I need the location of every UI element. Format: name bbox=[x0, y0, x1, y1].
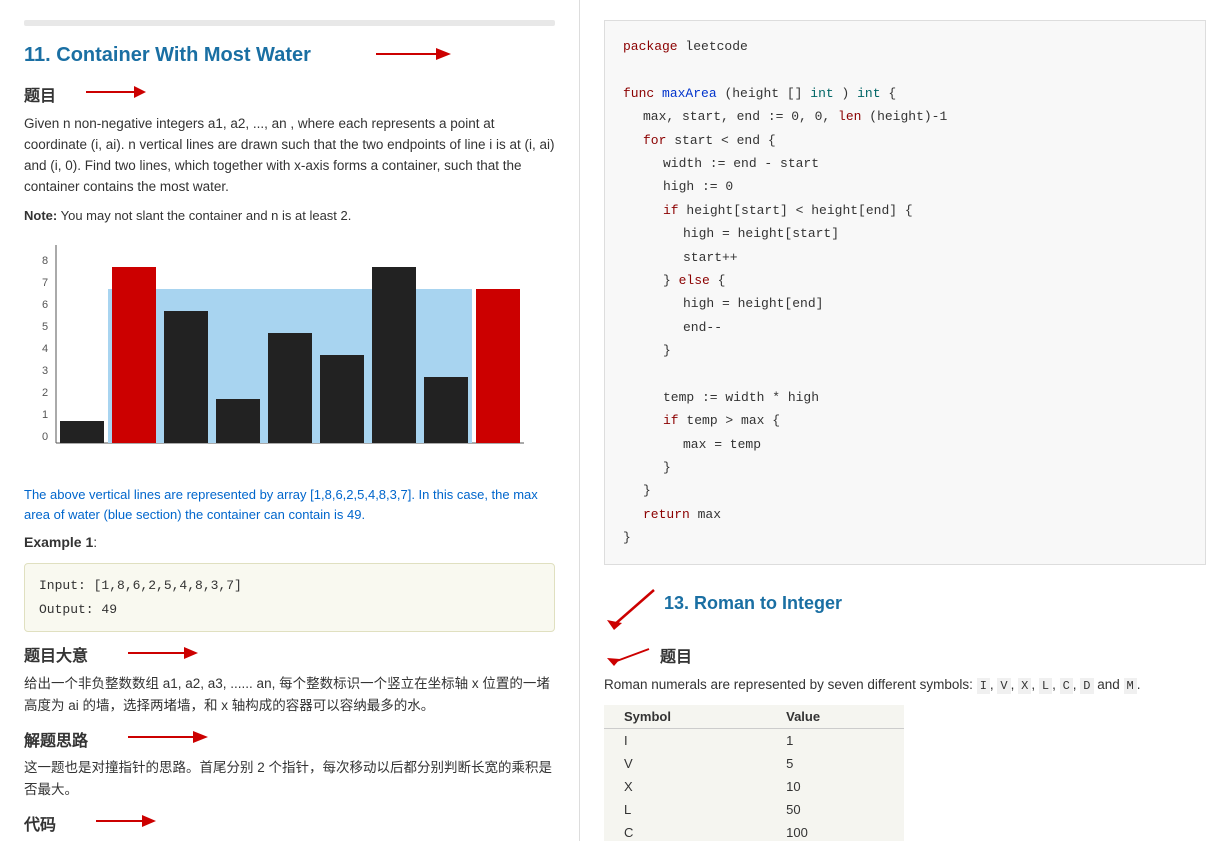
svg-text:8: 8 bbox=[42, 255, 48, 267]
arrow-decoration-5 bbox=[96, 810, 156, 835]
jieluti-heading-row: 解题思路 bbox=[24, 726, 555, 751]
daima-heading: 代码 bbox=[24, 811, 56, 835]
roman-intro: Roman numerals are represented by seven … bbox=[604, 675, 1206, 695]
svg-text:6: 6 bbox=[42, 299, 48, 311]
example-output: Output: 49 bbox=[39, 598, 540, 621]
example-input: Input: [1,8,6,2,5,4,8,3,7] bbox=[39, 574, 540, 597]
code-line-15: } bbox=[623, 456, 1187, 479]
code-line-6: high = height[start] bbox=[623, 222, 1187, 245]
svg-text:1: 1 bbox=[42, 409, 48, 421]
symbol-col-header: Symbol bbox=[604, 705, 766, 729]
value-X: 10 bbox=[766, 775, 904, 798]
value-V: 5 bbox=[766, 752, 904, 775]
note-text: Note: You may not slant the container an… bbox=[24, 206, 555, 226]
arrow-decoration-4 bbox=[128, 726, 208, 751]
chart-container: 0 1 2 3 4 5 6 7 8 bbox=[24, 235, 534, 475]
symbol-V: V bbox=[604, 752, 766, 775]
code-line-9: high = height[end] bbox=[623, 292, 1187, 315]
code-line-pkg: package leetcode bbox=[623, 35, 1187, 58]
svg-text:5: 5 bbox=[42, 321, 48, 333]
tiji-heading: 题目 bbox=[24, 82, 56, 106]
bar-4 bbox=[216, 399, 260, 443]
code-line-2: for start < end { bbox=[623, 129, 1187, 152]
code-line-16: } bbox=[623, 479, 1187, 502]
code-line-7: start++ bbox=[623, 246, 1187, 269]
code-line-blank1 bbox=[623, 58, 1187, 81]
example-box: Input: [1,8,6,2,5,4,8,3,7] Output: 49 bbox=[24, 563, 555, 632]
arrow-decoration-3 bbox=[128, 642, 198, 667]
symbol-L: L bbox=[604, 798, 766, 821]
arrow-decoration-1 bbox=[371, 42, 451, 69]
roman-row-L: L 50 bbox=[604, 798, 904, 821]
value-L: 50 bbox=[766, 798, 904, 821]
svg-text:4: 4 bbox=[42, 343, 48, 355]
symbol-C: C bbox=[604, 821, 766, 841]
code-line-13: if temp > max { bbox=[623, 409, 1187, 432]
code-line-17: return max bbox=[623, 503, 1187, 526]
right-panel: package leetcode func maxArea (height []… bbox=[580, 0, 1230, 841]
dayyi-text: 给出一个非负整数数组 a1, a2, a3, ...... an, 每个整数标识… bbox=[24, 673, 555, 716]
arrow-to-problem13: 13. Roman to Integer bbox=[604, 585, 1206, 635]
roman-row-V: V 5 bbox=[604, 752, 904, 775]
jieluti-heading: 解题思路 bbox=[24, 727, 88, 751]
roman-row-C: C 100 bbox=[604, 821, 904, 841]
roman-row-I: I 1 bbox=[604, 728, 904, 752]
roman-table-header: Symbol Value bbox=[604, 705, 904, 729]
dayyi-heading: 题目大意 bbox=[24, 642, 88, 666]
problem-title-link[interactable]: 11. Container With Most Water bbox=[24, 44, 311, 67]
roman-table: Symbol Value I 1 V 5 X 10 L 50 C 100 D 5… bbox=[604, 705, 904, 841]
code-line-18: } bbox=[623, 526, 1187, 549]
value-col-header: Value bbox=[766, 705, 904, 729]
p13-tiji-heading: 题目 bbox=[660, 643, 692, 667]
bar-6 bbox=[320, 355, 364, 443]
tiji-heading-row: 题目 bbox=[24, 81, 555, 106]
left-panel: 11. Container With Most Water 题目 Given n… bbox=[0, 0, 580, 841]
example-label: Example 1: bbox=[24, 532, 555, 553]
arrow-p13 bbox=[604, 644, 654, 666]
code-line-8: } else { bbox=[623, 269, 1187, 292]
code-line-14: max = temp bbox=[623, 433, 1187, 456]
bar-8 bbox=[424, 377, 468, 443]
jieluti-text: 这一题也是对撞指针的思路。首尾分别 2 个指针，每次移动以后都分别判断长宽的乘积… bbox=[24, 757, 555, 800]
bar-1 bbox=[60, 421, 104, 443]
code-line-blank2 bbox=[623, 362, 1187, 385]
svg-text:3: 3 bbox=[42, 365, 48, 377]
svg-text:7: 7 bbox=[42, 277, 48, 289]
bar-chart: 0 1 2 3 4 5 6 7 8 bbox=[24, 235, 534, 475]
code-block: package leetcode func maxArea (height []… bbox=[604, 20, 1206, 565]
daima-heading-row: 代码 bbox=[24, 810, 555, 835]
bar-7 bbox=[372, 267, 416, 443]
roman-row-X: X 10 bbox=[604, 775, 904, 798]
code-line-3: width := end - start bbox=[623, 152, 1187, 175]
down-arrow-svg bbox=[604, 585, 664, 635]
code-line-4: high := 0 bbox=[623, 175, 1187, 198]
symbol-X: X bbox=[604, 775, 766, 798]
code-line-11: } bbox=[623, 339, 1187, 362]
value-I: 1 bbox=[766, 728, 904, 752]
svg-text:2: 2 bbox=[42, 387, 48, 399]
problem13-title-link[interactable]: 13. Roman to Integer bbox=[664, 593, 842, 614]
code-line-5: if height[start] < height[end] { bbox=[623, 199, 1187, 222]
arrow-decoration-2 bbox=[86, 81, 146, 106]
problem-title-row: 11. Container With Most Water bbox=[24, 42, 555, 69]
bar-9 bbox=[476, 289, 520, 443]
code-line-12: temp := width * high bbox=[623, 386, 1187, 409]
bar-5 bbox=[268, 333, 312, 443]
chart-caption: The above vertical lines are represented… bbox=[24, 485, 555, 524]
top-bar bbox=[24, 20, 555, 26]
bar-2 bbox=[112, 267, 156, 443]
code-line-10: end-- bbox=[623, 316, 1187, 339]
code-line-func: func maxArea (height [] int ) int { bbox=[623, 82, 1187, 105]
symbol-I: I bbox=[604, 728, 766, 752]
code-line-1: max, start, end := 0, 0, len (height)-1 bbox=[623, 105, 1187, 128]
p13-tiji-row: 题目 bbox=[604, 643, 1206, 667]
dayyi-heading-row: 题目大意 bbox=[24, 642, 555, 667]
value-C: 100 bbox=[766, 821, 904, 841]
bar-3 bbox=[164, 311, 208, 443]
description-text: Given n non-negative integers a1, a2, ..… bbox=[24, 114, 555, 198]
svg-text:0: 0 bbox=[42, 431, 48, 443]
